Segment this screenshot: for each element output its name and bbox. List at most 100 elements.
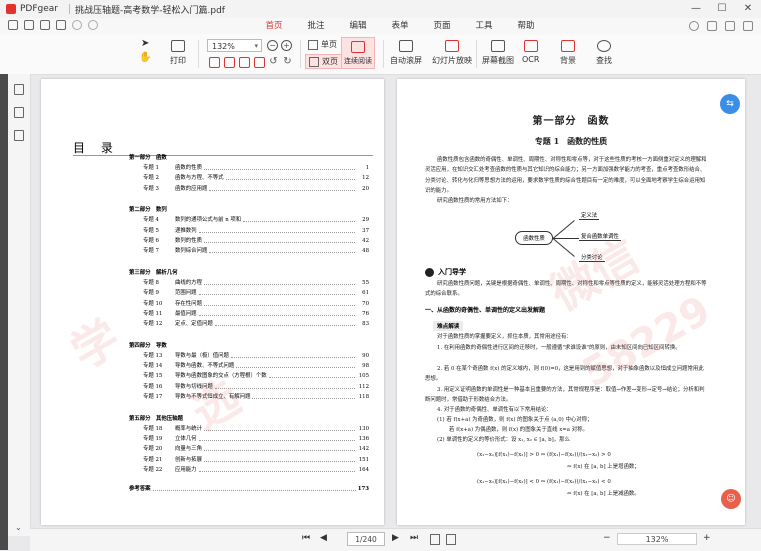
toc-leader-dots: [214, 382, 355, 389]
toc-entry[interactable]: 专题 17 导数与不等式恒成立、有解问题 118: [129, 392, 369, 402]
continuous-label: 连续阅读: [344, 57, 372, 65]
auto-scroll-button[interactable]: 自动滚屏: [390, 40, 422, 66]
bookmark-icon[interactable]: [14, 84, 24, 95]
ocr-button[interactable]: OCR: [522, 40, 539, 64]
print-quick-icon[interactable]: [56, 20, 66, 30]
toc-entry-number: 专题 16: [143, 383, 163, 390]
toc-entry[interactable]: 专题 21 创新与拓展 151: [129, 455, 369, 465]
toc-leader-dots: [209, 246, 355, 254]
actual-size-icon[interactable]: [239, 57, 250, 68]
share-icon[interactable]: [725, 21, 735, 31]
toc-leader-dots: [243, 215, 355, 223]
zoom-in-bottom-button[interactable]: +: [703, 533, 711, 543]
page-number-field[interactable]: 1/240: [347, 532, 385, 546]
toc-entry[interactable]: 专题 2 函数与方程、不等式 12: [129, 173, 369, 183]
toc-entry[interactable]: 专题 10 存在性问题 70: [129, 299, 369, 309]
last-page-button[interactable]: ⏭: [410, 533, 418, 543]
fit-page-icon[interactable]: [224, 57, 235, 68]
fit-visible-icon[interactable]: [254, 57, 265, 68]
watermark: 学: [62, 309, 129, 380]
toc-entry[interactable]: 专题 14 导数与函数、不等式问题 98: [129, 361, 369, 371]
undo-icon[interactable]: [72, 20, 82, 30]
subheading: 一、从函数的奇偶性、单调性的定义出发解题: [425, 307, 546, 314]
menu-right-icons: [689, 21, 753, 31]
toc-entry[interactable]: 专题 5 递推数列 37: [129, 226, 369, 236]
first-page-button[interactable]: ⏮: [302, 533, 310, 543]
toc-entry-title: 导数与不等式恒成立、有解问题: [175, 394, 251, 401]
toc-entry[interactable]: 专题 13 导数与最（极）值问题 90: [129, 351, 369, 361]
toc-entry[interactable]: 专题 8 曲线的方程 55: [129, 278, 369, 288]
section-badge-icon: [425, 267, 434, 277]
toc-entry-number: 专题 21: [143, 456, 163, 463]
fit-width-icon[interactable]: [209, 57, 220, 68]
close-button[interactable]: ✕: [735, 0, 761, 18]
paragraph: 对于函数性质的掌握要定义，抓住本质，其常用途径有：: [437, 334, 572, 340]
toc-entry[interactable]: 专题 19 立体几何 136: [129, 434, 369, 444]
screenshot-button[interactable]: 屏幕截图: [482, 40, 514, 66]
zoom-out-button[interactable]: −: [267, 40, 278, 51]
comments-icon[interactable]: [14, 130, 24, 141]
toc-entry[interactable]: 专题 16 导数与切线问题 112: [129, 382, 369, 392]
toc-entry-page: 55: [362, 279, 369, 286]
save-icon[interactable]: [24, 20, 34, 30]
slideshow-label: 幻灯片放映: [432, 56, 472, 65]
toc-entry[interactable]: 专题 12 定点、定值问题 83: [129, 319, 369, 329]
page-view-icon[interactable]: [430, 534, 440, 545]
single-page-icon: [308, 39, 318, 50]
zoom-select[interactable]: 132%: [207, 39, 262, 53]
app-name: PDFgear: [20, 4, 58, 14]
hand-icon[interactable]: ✋: [139, 52, 151, 63]
toc-entry[interactable]: 专题 1 函数的性质 1: [129, 163, 369, 173]
chevron-down-icon[interactable]: ⌄: [15, 523, 22, 532]
toc-entry[interactable]: 专题 7 数列综合问题 48: [129, 246, 369, 256]
copy-page-icon[interactable]: [446, 534, 456, 545]
next-page-button[interactable]: ▶: [392, 533, 399, 543]
minimize-button[interactable]: —: [683, 0, 709, 18]
find-button[interactable]: 查找: [596, 40, 612, 66]
toc-entry-number: 专题 13: [143, 352, 163, 359]
toc-entry[interactable]: 专题 6 数列的性质 42: [129, 236, 369, 246]
toc-entry[interactable]: 专题 18 概率与统计 130: [129, 424, 369, 434]
toc-answers-entry[interactable]: 参考答案 173: [129, 484, 369, 494]
formula-line: (x₁−x₂)[f(x₁)−f(x₂)] > 0 ⇔ (f(x₁)−f(x₂))…: [477, 452, 611, 458]
toc-entry[interactable]: 专题 4 数列的通项公式与前 n 项和 29: [129, 215, 369, 225]
maximize-button[interactable]: ☐: [709, 0, 735, 18]
settings-icon[interactable]: [743, 21, 753, 31]
toc-entry[interactable]: 专题 22 应用能力 164: [129, 465, 369, 475]
previous-page-button[interactable]: ◀: [320, 533, 327, 543]
zoom-level-display[interactable]: 132%: [617, 533, 697, 545]
toc-entry[interactable]: 专题 11 最值问题 76: [129, 309, 369, 319]
toc-entry[interactable]: 专题 3 函数的应用题 20: [129, 184, 369, 194]
toc-entry[interactable]: 专题 15 导数与函数图象的交点（方程根）个数 105: [129, 371, 369, 381]
window-controls: — ☐ ✕: [683, 0, 761, 18]
print-button[interactable]: 打印: [170, 40, 186, 66]
toc-entry-title: 函数的性质: [175, 165, 202, 171]
rotate-right-icon[interactable]: ↻: [282, 57, 293, 68]
assistant-float-button[interactable]: ☺: [721, 489, 741, 509]
toc-entry-page: 12: [362, 175, 369, 182]
toc-entry-page: 70: [362, 300, 369, 307]
toc-entry-title: 概率与统计: [175, 425, 202, 432]
chat-icon[interactable]: [707, 21, 717, 31]
save-as-icon[interactable]: [40, 20, 50, 30]
rotate-left-icon[interactable]: ↺: [268, 57, 279, 68]
mindmap-branch: [552, 220, 575, 239]
section-heading-text: 入门导学: [438, 268, 466, 276]
redo-icon[interactable]: [88, 20, 98, 30]
select-tool[interactable]: ➤ ✋: [139, 38, 151, 63]
continuous-read-button[interactable]: 连续阅读: [341, 37, 375, 69]
toc-entry[interactable]: 专题 20 向量与三角 142: [129, 444, 369, 454]
thumbnails-icon[interactable]: [14, 107, 24, 118]
translate-float-button[interactable]: ⇆: [720, 94, 740, 114]
toc-gap: [129, 194, 369, 206]
zoom-in-button[interactable]: +: [281, 40, 292, 51]
background-button[interactable]: 背景: [560, 40, 576, 66]
toc-entry[interactable]: 专题 9 范围问题 61: [129, 288, 369, 298]
single-page-button[interactable]: 单页: [305, 38, 340, 51]
slideshow-button[interactable]: 幻灯片放映: [432, 40, 472, 66]
toc-entry-number: 专题 6: [143, 237, 159, 244]
double-page-button[interactable]: 双页: [305, 54, 342, 69]
user-icon[interactable]: [689, 21, 699, 31]
zoom-out-bottom-button[interactable]: −: [603, 533, 611, 543]
open-folder-icon[interactable]: [8, 20, 18, 30]
